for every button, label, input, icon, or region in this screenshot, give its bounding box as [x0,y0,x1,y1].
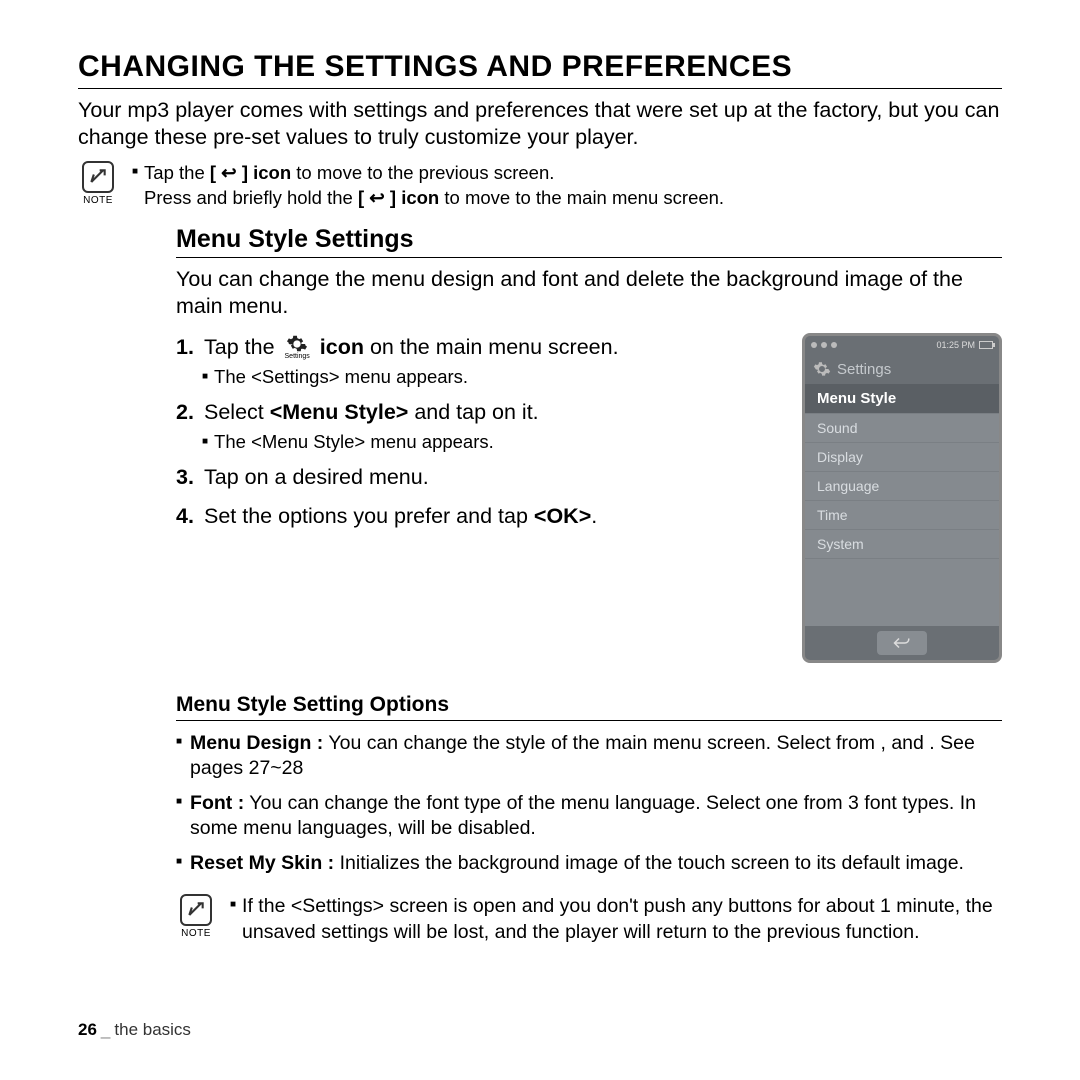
steps-list: 1. Tap the Settings icon on the main men… [176,333,772,663]
intro-paragraph: Your mp3 player comes with settings and … [78,97,1002,151]
step-1: 1. Tap the Settings icon on the main men… [176,333,772,388]
step-4: 4. Set the options you prefer and tap <O… [176,502,772,531]
page-title: CHANGING THE SETTINGS AND PREFERENCES [78,50,1002,89]
device-mockup: 01:25 PM Settings Menu StyleSoundDisplay… [802,333,1002,663]
device-menu-item[interactable]: Language [805,472,999,501]
step-3: 3. Tap on a desired menu. [176,463,772,492]
gear-icon: Settings [285,333,310,360]
option-item: ■Reset My Skin : Initializes the backgro… [176,851,1002,876]
device-menu-item[interactable]: Sound [805,414,999,443]
note-icon: NOTE [176,894,216,939]
device-title-bar: Settings [805,354,999,384]
device-menu-list: Menu StyleSoundDisplayLanguageTimeSystem [805,384,999,626]
option-item: ■Font : You can change the font type of … [176,791,1002,841]
note-block-top: NOTE ■ Tap the [ ↩ ] icon to move to the… [78,161,1002,211]
options-list: ■Menu Design : You can change the style … [176,731,1002,876]
section-intro: You can change the menu design and font … [176,266,1002,320]
note-text: ■ Tap the [ ↩ ] icon to move to the prev… [132,161,724,211]
step-2: 2. Select <Menu Style> and tap on it. ■T… [176,398,772,453]
note-label: NOTE [83,195,113,206]
device-menu-item[interactable]: Menu Style [805,384,999,414]
device-menu-item[interactable]: System [805,530,999,559]
device-status-bar: 01:25 PM [805,336,999,354]
options-heading: Menu Style Setting Options [176,693,1002,721]
device-menu-item[interactable]: Time [805,501,999,530]
device-clock: 01:25 PM [936,340,975,350]
section-heading: Menu Style Settings [176,225,1002,258]
page-footer: 26_the basics [78,1020,191,1040]
option-item: ■Menu Design : You can change the style … [176,731,1002,781]
back-button[interactable] [877,631,927,655]
note-icon: NOTE [78,161,118,206]
note-block-bottom: NOTE ■If the <Settings> screen is open a… [176,894,1002,945]
battery-icon [979,341,993,349]
device-menu-item[interactable]: Display [805,443,999,472]
gear-icon [813,360,831,378]
